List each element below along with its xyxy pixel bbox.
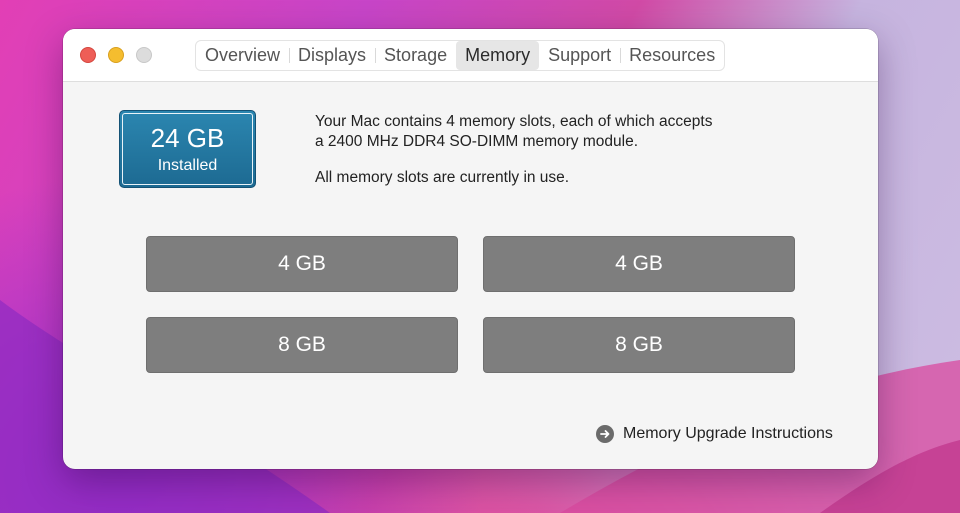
memory-slots-status: All memory slots are currently in use. (315, 169, 570, 186)
tab-storage[interactable]: Storage (375, 41, 456, 70)
installed-memory-label: Installed (157, 156, 218, 174)
tab-resources[interactable]: Resources (620, 41, 724, 70)
memory-slot-2: 4 GB (483, 236, 795, 292)
tab-memory[interactable]: Memory (456, 41, 540, 70)
tab-bar: Overview Displays Storage Memory Support… (195, 40, 726, 71)
arrow-circle-right-icon (596, 425, 614, 443)
tab-displays-label: Displays (298, 45, 367, 65)
memory-description: Your Mac contains 4 memory slots, each o… (315, 112, 835, 188)
tab-overview[interactable]: Overview (196, 41, 289, 70)
tab-memory-label: Memory (465, 45, 531, 65)
close-window-button[interactable] (80, 47, 96, 63)
about-this-mac-window: Overview Displays Storage Memory Support… (63, 29, 878, 469)
memory-slot-3-size: 8 GB (278, 333, 326, 356)
memory-upgrade-instructions-link[interactable]: Memory Upgrade Instructions (596, 423, 833, 445)
installed-memory-size: 24 GB (150, 122, 225, 153)
tab-resources-label: Resources (629, 45, 716, 65)
memory-slot-4-size: 8 GB (615, 333, 663, 356)
installed-memory-badge-inner: 24 GB Installed (122, 113, 253, 185)
memory-upgrade-instructions-label: Memory Upgrade Instructions (623, 425, 833, 442)
memory-slot-4: 8 GB (483, 317, 795, 373)
title-bar: Overview Displays Storage Memory Support… (63, 29, 878, 82)
minimize-window-button[interactable] (108, 47, 124, 63)
tab-support[interactable]: Support (539, 41, 620, 70)
memory-slot-2-size: 4 GB (615, 252, 663, 275)
memory-slot-1-size: 4 GB (278, 252, 326, 275)
installed-memory-badge: 24 GB Installed (119, 110, 256, 188)
memory-description-line-1: Your Mac contains 4 memory slots, each o… (315, 113, 713, 130)
tab-support-label: Support (548, 45, 612, 65)
tab-displays[interactable]: Displays (289, 41, 375, 70)
memory-slot-1: 4 GB (146, 236, 458, 292)
memory-slot-3: 8 GB (146, 317, 458, 373)
tab-storage-label: Storage (384, 45, 448, 65)
memory-description-line-2: a 2400 MHz DDR4 SO-DIMM memory module. (315, 133, 638, 150)
zoom-window-button[interactable] (136, 47, 152, 63)
tab-overview-label: Overview (205, 45, 281, 65)
